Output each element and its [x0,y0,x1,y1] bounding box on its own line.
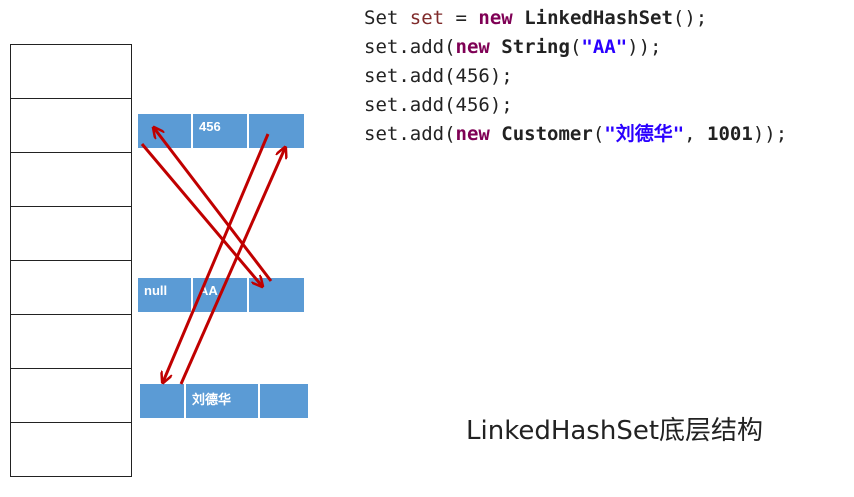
code-line-5: set.add(new Customer("刘德华", 1001)); [364,123,788,145]
code-line-2: set.add(new String("AA")); [364,36,662,58]
before-link-arrow-aa-to-456 [154,128,273,282]
diagram-caption: LinkedHashSet底层结构 [466,416,764,446]
code-line-3: set.add(456); [364,65,513,87]
code-line-1: Set set = new LinkedHashSet(); [364,7,708,29]
code-block: Set set = new LinkedHashSet(); set.add(ne… [364,4,787,149]
code-line-4: set.add(456); [364,94,513,116]
after-link-arrow-456-to-aa [140,143,262,286]
